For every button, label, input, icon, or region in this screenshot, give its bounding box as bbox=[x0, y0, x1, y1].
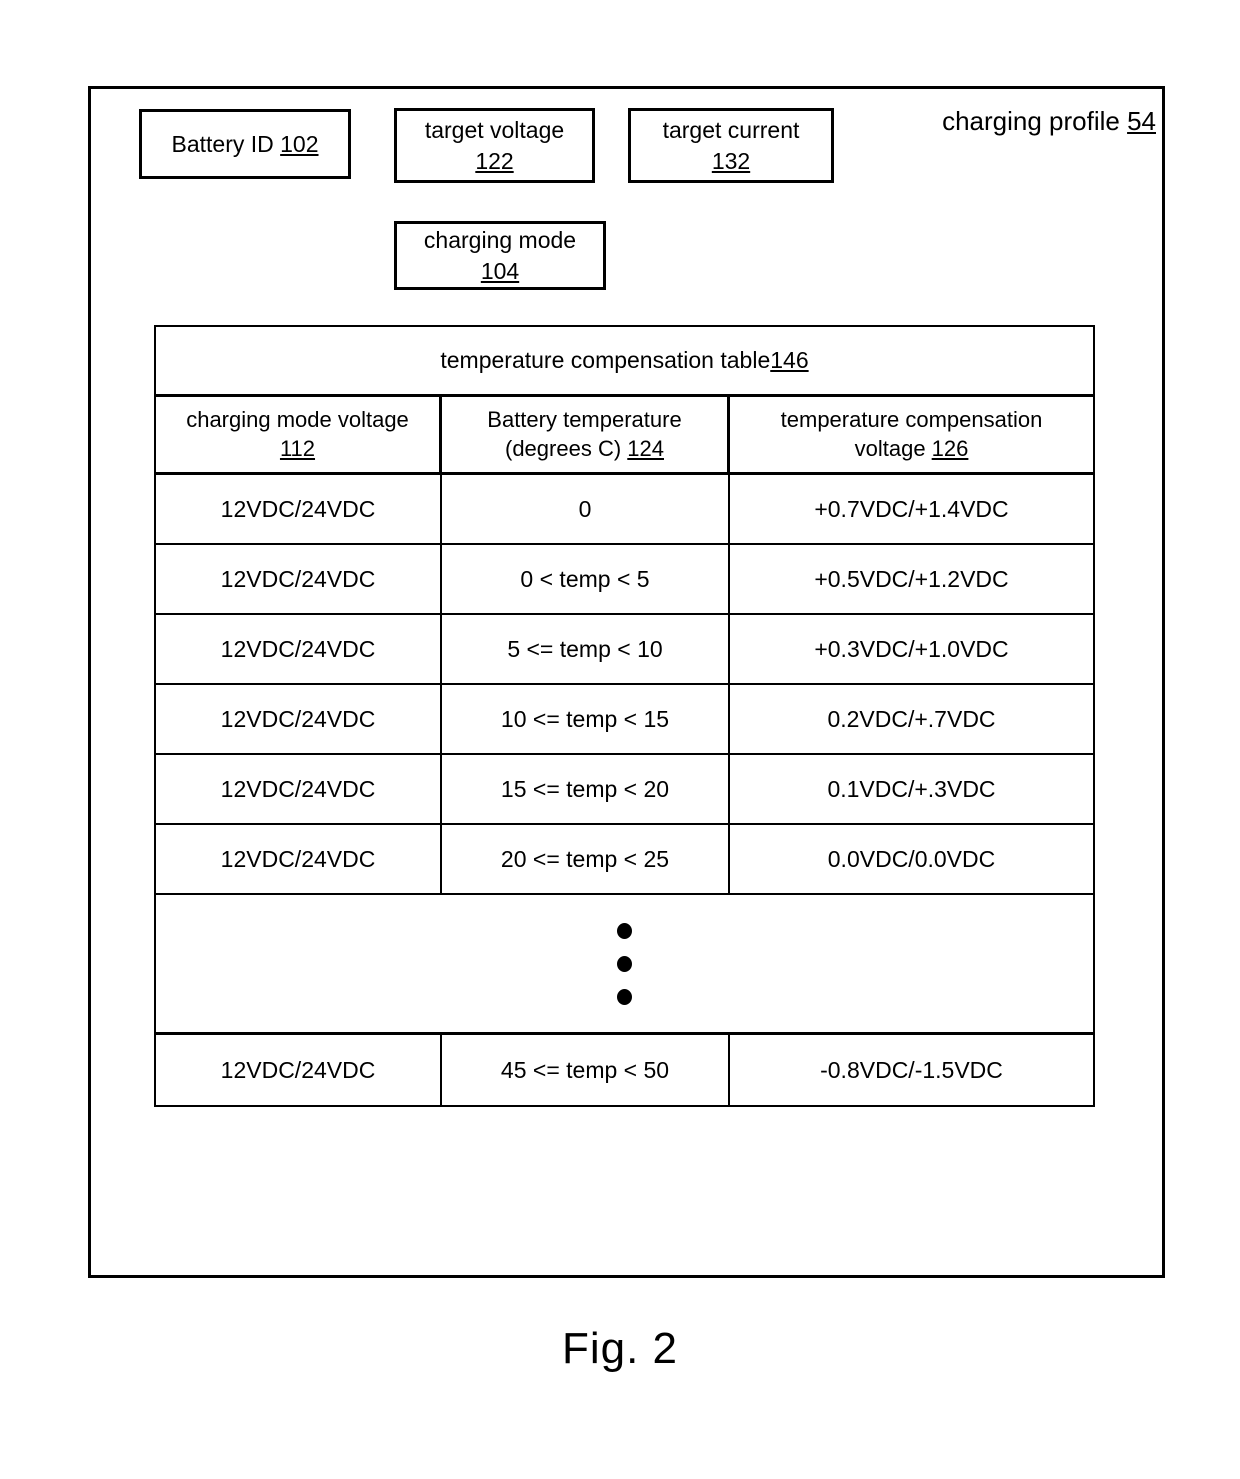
cell-battery-temperature: 10 <= temp < 15 bbox=[442, 685, 730, 753]
table-row: 12VDC/24VDC 15 <= temp < 20 0.1VDC/+.3VD… bbox=[156, 755, 1093, 825]
table-row: 12VDC/24VDC 0 < temp < 5 +0.5VDC/+1.2VDC bbox=[156, 545, 1093, 615]
battery-id-box-text: Battery ID 102 bbox=[171, 129, 318, 159]
cell-battery-temperature: 15 <= temp < 20 bbox=[442, 755, 730, 823]
figure-caption: Fig. 2 bbox=[561, 1324, 679, 1373]
cell-charging-mode-voltage: 12VDC/24VDC bbox=[156, 475, 442, 543]
charging-profile-label: charging profile 54 bbox=[942, 106, 1156, 137]
charging-profile-ref: 54 bbox=[1127, 106, 1156, 136]
cell-temperature-compensation-voltage: +0.5VDC/+1.2VDC bbox=[814, 565, 1009, 592]
cell-temperature-compensation-voltage: 0.0VDC/0.0VDC bbox=[827, 845, 996, 872]
cell-charging-mode-voltage: 12VDC/24VDC bbox=[156, 615, 442, 683]
column-header-charging-mode-voltage-ref: 112 bbox=[279, 435, 316, 461]
column-header-battery-temperature: Battery temperature (degrees C) 124 bbox=[442, 397, 730, 472]
cell-charging-mode-voltage: 12VDC/24VDC bbox=[156, 685, 442, 753]
ellipsis-dot bbox=[617, 922, 632, 939]
table-row: 12VDC/24VDC 5 <= temp < 10 +0.3VDC/+1.0V… bbox=[156, 615, 1093, 685]
cell-battery-temperature: 0 < temp < 5 bbox=[442, 545, 730, 613]
target-current-box: target current 132 bbox=[628, 108, 834, 183]
cell-charging-mode-voltage: 12VDC/24VDC bbox=[156, 825, 442, 893]
charging-mode-ref: 104 bbox=[480, 257, 520, 284]
table-row: 12VDC/24VDC 45 <= temp < 50 -0.8VDC/-1.5… bbox=[156, 1035, 1093, 1105]
battery-id-box: Battery ID 102 bbox=[139, 109, 351, 179]
charging-mode-label: charging mode bbox=[423, 227, 577, 254]
table-continuation-row bbox=[156, 895, 1093, 1035]
column-header-battery-temperature-ref: 124 bbox=[627, 435, 664, 461]
ellipsis-dot bbox=[617, 955, 632, 972]
cell-temperature-compensation-voltage: +0.7VDC/+1.4VDC bbox=[814, 495, 1009, 522]
column-header-battery-temperature-line1: Battery temperature bbox=[487, 406, 682, 432]
charging-profile-figure-frame: Battery ID 102 target voltage 122 target… bbox=[88, 86, 1165, 1278]
cell-charging-mode-voltage: 12VDC/24VDC bbox=[156, 755, 442, 823]
target-voltage-ref: 122 bbox=[475, 147, 514, 174]
cell-temperature-compensation-voltage: 0.2VDC/+.7VDC bbox=[827, 705, 996, 732]
table-title-ref: 146 bbox=[770, 347, 809, 373]
cell-charging-mode-voltage: 12VDC/24VDC bbox=[156, 1035, 442, 1105]
cell-battery-temperature: 20 <= temp < 25 bbox=[442, 825, 730, 893]
cell-battery-temperature: 45 <= temp < 50 bbox=[442, 1035, 730, 1105]
table-title-row: temperature compensation table 146 bbox=[156, 327, 1093, 397]
ellipsis-dot bbox=[617, 988, 632, 1005]
column-header-charging-mode-voltage-label: charging mode voltage bbox=[186, 406, 409, 432]
column-header-temperature-compensation-voltage: temperature compensation voltage 126 bbox=[730, 397, 1093, 472]
table-header-row: charging mode voltage 112 Battery temper… bbox=[156, 397, 1093, 475]
table-title-text: temperature compensation table bbox=[440, 347, 771, 373]
cell-temperature-compensation-voltage: 0.1VDC/+.3VDC bbox=[827, 775, 996, 802]
column-header-temperature-compensation-voltage-ref: 126 bbox=[931, 435, 969, 461]
cell-battery-temperature: 0 bbox=[442, 475, 730, 543]
column-header-charging-mode-voltage: charging mode voltage 112 bbox=[156, 397, 442, 472]
target-voltage-box: target voltage 122 bbox=[394, 108, 595, 183]
battery-id-label: Battery ID bbox=[171, 130, 281, 157]
column-header-temperature-compensation-voltage-line2: voltage 126 bbox=[855, 435, 969, 464]
table-row: 12VDC/24VDC 20 <= temp < 25 0.0VDC/0.0VD… bbox=[156, 825, 1093, 895]
charging-mode-box: charging mode 104 bbox=[394, 221, 606, 290]
cell-temperature-compensation-voltage: +0.3VDC/+1.0VDC bbox=[814, 635, 1009, 662]
target-voltage-label: target voltage bbox=[424, 117, 565, 144]
cell-temperature-compensation-voltage: -0.8VDC/-1.5VDC bbox=[820, 1056, 1003, 1083]
cell-charging-mode-voltage: 12VDC/24VDC bbox=[156, 545, 442, 613]
table-row: 12VDC/24VDC 0 +0.7VDC/+1.4VDC bbox=[156, 475, 1093, 545]
column-header-temperature-compensation-voltage-line1: temperature compensation bbox=[780, 406, 1043, 432]
column-header-temperature-compensation-voltage-line2-text: voltage bbox=[854, 435, 932, 461]
column-header-battery-temperature-line2-text: (degrees C) bbox=[505, 435, 628, 461]
target-current-ref: 132 bbox=[711, 147, 751, 174]
target-current-label: target current bbox=[662, 117, 800, 144]
table-row: 12VDC/24VDC 10 <= temp < 15 0.2VDC/+.7VD… bbox=[156, 685, 1093, 755]
vertical-ellipsis-icon bbox=[617, 922, 632, 1005]
cell-battery-temperature: 5 <= temp < 10 bbox=[442, 615, 730, 683]
battery-id-ref: 102 bbox=[280, 130, 319, 157]
charging-profile-label-text: charging profile bbox=[942, 106, 1128, 136]
temperature-compensation-table: temperature compensation table 146 charg… bbox=[154, 325, 1095, 1107]
column-header-battery-temperature-line2: (degrees C) 124 bbox=[505, 435, 664, 464]
